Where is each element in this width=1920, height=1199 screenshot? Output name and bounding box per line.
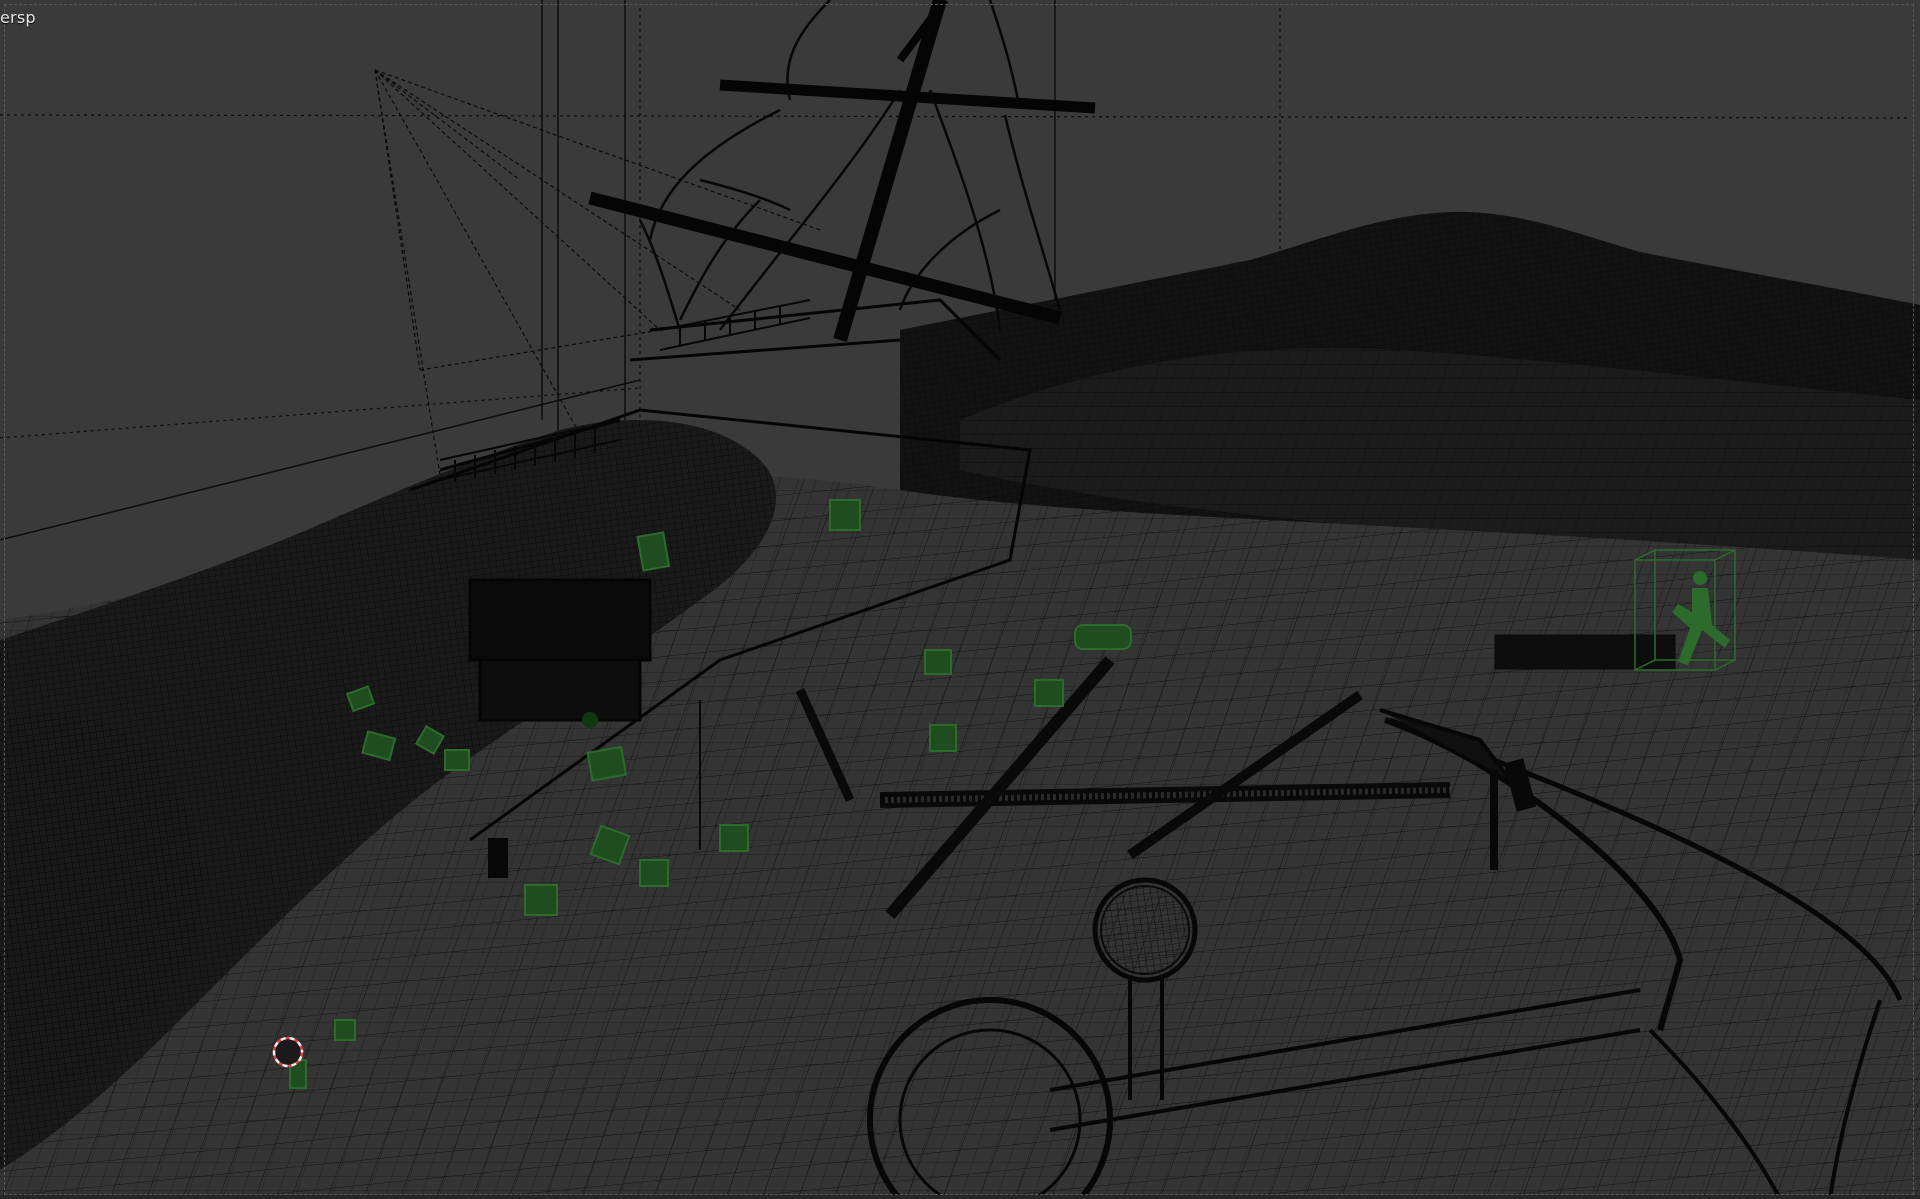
view-mode-label: ersp xyxy=(0,8,36,27)
ship-rigging xyxy=(638,0,1062,331)
viewport-bottom-edge xyxy=(0,1195,1920,1199)
3d-cursor-icon[interactable] xyxy=(272,1036,304,1068)
camera-icon[interactable] xyxy=(374,69,821,476)
3d-viewport[interactable]: ersp xyxy=(0,0,1920,1199)
wireframe-scene[interactable] xyxy=(0,0,1920,1199)
